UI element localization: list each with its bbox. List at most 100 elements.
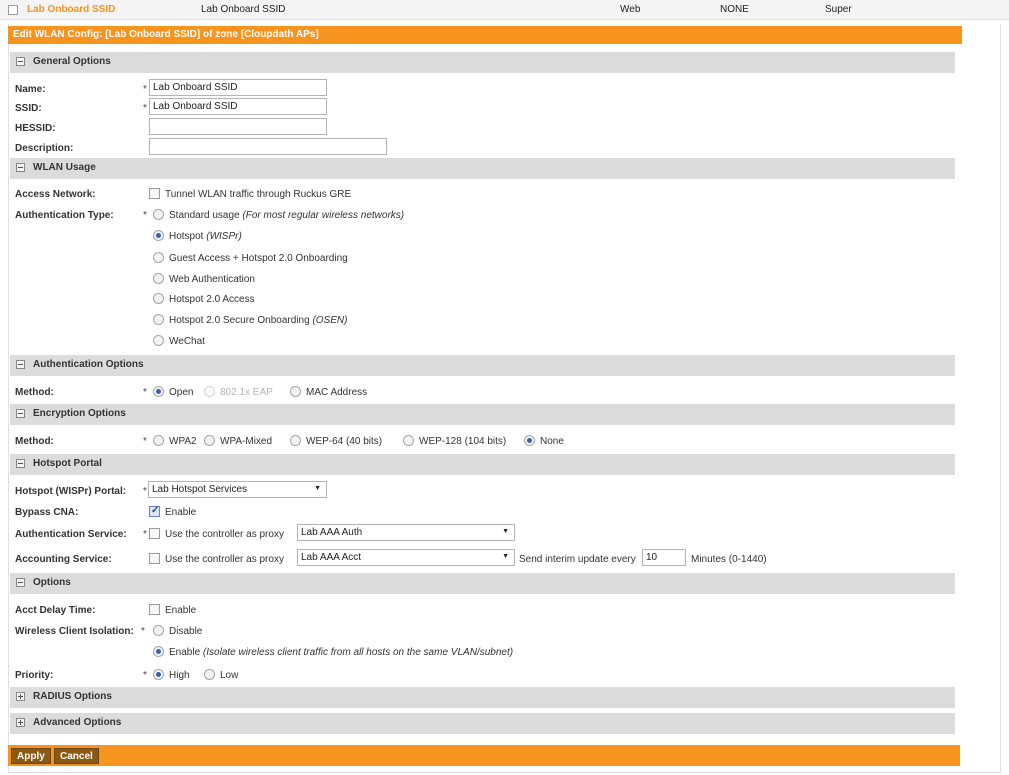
encryption-wpa2-radio[interactable] bbox=[153, 435, 164, 446]
encryption-wep128-radio[interactable] bbox=[403, 435, 414, 446]
auth-method-eap-radio bbox=[204, 386, 215, 397]
section-title: Authentication Options bbox=[33, 359, 144, 370]
auth-type-hs20-secure-label: Hotspot 2.0 Secure Onboarding (OSEN) bbox=[169, 315, 348, 326]
collapse-icon[interactable] bbox=[16, 578, 25, 587]
description-label: Description: bbox=[15, 143, 74, 154]
auth-service-label: Authentication Service: bbox=[15, 529, 127, 540]
required-mark: * bbox=[143, 670, 147, 681]
auth-type-hs20-label: Hotspot 2.0 Access bbox=[169, 294, 255, 305]
acct-delay-label: Acct Delay Time: bbox=[15, 605, 96, 616]
required-mark: * bbox=[143, 529, 147, 540]
priority-low-label: Low bbox=[220, 670, 239, 681]
bypass-cna-label: Bypass CNA: bbox=[15, 507, 79, 518]
section-general-options[interactable]: General Options bbox=[10, 52, 955, 73]
section-hotspot-portal[interactable]: Hotspot Portal bbox=[10, 454, 955, 475]
auth-method-open-radio[interactable] bbox=[153, 386, 164, 397]
row-wlan-name-link[interactable]: Lab Onboard SSID bbox=[27, 4, 115, 15]
cancel-button[interactable]: Cancel bbox=[54, 748, 99, 764]
row-ssid: Lab Onboard SSID bbox=[201, 4, 286, 15]
section-radius-options[interactable]: RADIUS Options bbox=[10, 687, 955, 708]
access-network-label: Access Network: bbox=[15, 189, 96, 200]
row-encryption: NONE bbox=[720, 4, 749, 15]
auth-type-hs20-radio[interactable] bbox=[153, 293, 164, 304]
auth-type-hotspot-label: Hotspot (WISPr) bbox=[169, 231, 242, 242]
section-options[interactable]: Options bbox=[10, 573, 955, 594]
auth-type-guest-radio[interactable] bbox=[153, 252, 164, 263]
section-advanced-options[interactable]: Advanced Options bbox=[10, 713, 955, 734]
auth-method-mac-radio[interactable] bbox=[290, 386, 301, 397]
auth-type-standard-radio[interactable] bbox=[153, 209, 164, 220]
name-label: Name: bbox=[15, 84, 46, 95]
isolation-enable-radio[interactable] bbox=[153, 646, 164, 657]
hessid-input[interactable] bbox=[149, 118, 327, 135]
auth-type-web-label: Web Authentication bbox=[169, 274, 255, 285]
auth-proxy-checkbox[interactable] bbox=[149, 528, 160, 539]
auth-type-wechat-radio[interactable] bbox=[153, 335, 164, 346]
interim-update-unit: Minutes (0-1440) bbox=[691, 554, 767, 565]
encryption-wpa-mixed-label: WPA-Mixed bbox=[220, 436, 273, 447]
bypass-cna-checkbox[interactable] bbox=[149, 505, 160, 517]
apply-button[interactable]: Apply bbox=[11, 748, 51, 764]
auth-type-web-radio[interactable] bbox=[153, 273, 164, 284]
expand-icon[interactable] bbox=[16, 718, 25, 727]
acct-proxy-label: Use the controller as proxy bbox=[165, 554, 284, 565]
form-title: Edit WLAN Config: [Lab Onboard SSID] of … bbox=[8, 26, 962, 44]
isolation-enable-label: Enable (Isolate wireless client traffic … bbox=[169, 647, 514, 658]
priority-low-radio[interactable] bbox=[204, 669, 215, 680]
hotspot-portal-selected: Lab Hotspot Services bbox=[152, 484, 248, 495]
priority-high-label: High bbox=[169, 670, 190, 681]
encryption-method-label: Method: bbox=[15, 436, 54, 447]
encryption-none-label: None bbox=[540, 436, 564, 447]
priority-label: Priority: bbox=[15, 670, 54, 681]
acct-delay-enable-label: Enable bbox=[165, 605, 197, 616]
section-encryption-options[interactable]: Encryption Options bbox=[10, 404, 955, 425]
encryption-wpa-mixed-radio[interactable] bbox=[204, 435, 215, 446]
auth-type-hs20-secure-radio[interactable] bbox=[153, 314, 164, 325]
hotspot-portal-select[interactable]: Lab Hotspot Services bbox=[148, 481, 327, 498]
auth-type-guest-label: Guest Access + Hotspot 2.0 Onboarding bbox=[169, 253, 348, 264]
expand-icon[interactable] bbox=[16, 692, 25, 701]
auth-method-mac-label: MAC Address bbox=[306, 387, 368, 398]
interim-update-input[interactable] bbox=[642, 549, 686, 566]
ssid-input[interactable] bbox=[149, 98, 327, 115]
auth-method-eap-label: 802.1x EAP bbox=[220, 387, 273, 398]
section-title: General Options bbox=[33, 56, 111, 67]
auth-service-selected: Lab AAA Auth bbox=[301, 527, 363, 538]
wlan-list-row[interactable]: Lab Onboard SSID Lab Onboard SSID Web NO… bbox=[0, 0, 1009, 20]
acct-service-select[interactable]: Lab AAA Acct bbox=[297, 549, 515, 566]
section-wlan-usage[interactable]: WLAN Usage bbox=[10, 158, 955, 179]
priority-high-radio[interactable] bbox=[153, 669, 164, 680]
edit-panel bbox=[8, 24, 1001, 773]
row-select-checkbox[interactable] bbox=[8, 5, 18, 15]
hessid-label: HESSID: bbox=[15, 123, 56, 134]
isolation-disable-radio[interactable] bbox=[153, 625, 164, 636]
hotspot-portal-label: Hotspot (WISPr) Portal: bbox=[15, 486, 127, 497]
auth-method-label: Method: bbox=[15, 387, 54, 398]
tunnel-gre-checkbox[interactable] bbox=[149, 188, 160, 199]
acct-proxy-checkbox[interactable] bbox=[149, 553, 160, 564]
encryption-none-radio[interactable] bbox=[524, 435, 535, 446]
section-authentication-options[interactable]: Authentication Options bbox=[10, 355, 955, 376]
collapse-icon[interactable] bbox=[16, 163, 25, 172]
name-input[interactable] bbox=[149, 79, 327, 96]
interim-update-label: Send interim update every bbox=[519, 554, 636, 565]
section-title: WLAN Usage bbox=[33, 162, 96, 173]
description-input[interactable] bbox=[149, 138, 387, 155]
required-mark: * bbox=[141, 626, 145, 637]
encryption-wep64-radio[interactable] bbox=[290, 435, 301, 446]
collapse-icon[interactable] bbox=[16, 57, 25, 66]
auth-type-standard-label: Standard usage (For most regular wireles… bbox=[169, 210, 405, 221]
section-title: Options bbox=[33, 577, 71, 588]
collapse-icon[interactable] bbox=[16, 409, 25, 418]
collapse-icon[interactable] bbox=[16, 360, 25, 369]
collapse-icon[interactable] bbox=[16, 459, 25, 468]
acct-delay-checkbox[interactable] bbox=[149, 604, 160, 615]
auth-service-select[interactable]: Lab AAA Auth bbox=[297, 524, 515, 541]
auth-type-hotspot-radio[interactable] bbox=[153, 230, 164, 241]
required-mark: * bbox=[143, 436, 147, 447]
row-auth: Web bbox=[620, 4, 641, 15]
auth-type-wechat-label: WeChat bbox=[169, 336, 205, 347]
auth-type-label: Authentication Type: bbox=[15, 210, 114, 221]
section-title: Encryption Options bbox=[33, 408, 126, 419]
isolation-disable-label: Disable bbox=[169, 626, 203, 637]
